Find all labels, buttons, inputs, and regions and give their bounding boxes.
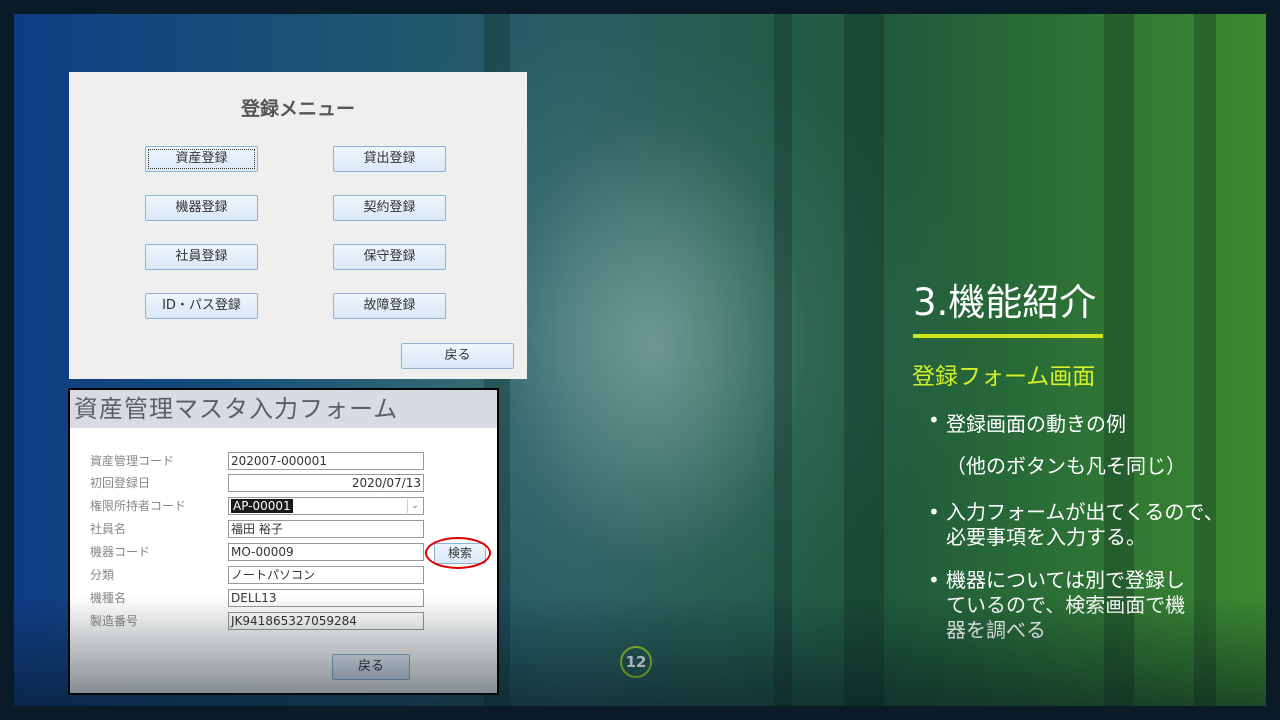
category-label: 分類: [90, 568, 115, 582]
page-number-badge: 12: [620, 646, 652, 678]
menu-title: 登録メニュー: [240, 98, 355, 120]
model-name-label: 機種名: [90, 591, 127, 605]
section-divider: [913, 334, 1103, 338]
employee-name-field[interactable]: 福田 裕子: [228, 520, 424, 538]
bullet-item: • 入力フォームが出てくるので、 必要事項を入力する。: [928, 500, 1258, 550]
chevron-down-icon[interactable]: ⌄: [407, 499, 422, 513]
asset-master-form: 資産管理マスタ入力フォーム 資産管理コード 202007-000001 初回登録…: [68, 388, 499, 695]
tree-trunk: [774, 14, 792, 706]
device-code-label: 機器コード: [90, 545, 151, 559]
asset-registration-button[interactable]: 資産登録: [145, 146, 258, 172]
bullet-line: 入力フォームが出てくるので、: [946, 500, 1224, 524]
employee-registration-button[interactable]: 社員登録: [145, 244, 258, 270]
asset-code-field[interactable]: 202007-000001: [228, 452, 424, 470]
bullet-line: （他のボタンも凡そ同じ）: [946, 454, 1186, 478]
first-registration-date-field[interactable]: 2020/07/13: [228, 474, 424, 492]
category-field[interactable]: ノートパソコン: [228, 566, 424, 584]
tree-trunk: [1194, 14, 1216, 706]
bullet-item: • 機器については別で登録し ているので、検索画面で機 器を調べる: [928, 568, 1258, 643]
serial-number-field[interactable]: JK941865327059284: [228, 612, 424, 630]
bullet-line: 登録画面の動きの例: [946, 412, 1126, 436]
bullet-line: 器を調べる: [946, 618, 1046, 642]
bullet-list: • 登録画面の動きの例 （他のボタンも凡そ同じ） • 入力フォームが出てくるので…: [928, 408, 1258, 643]
bullet-line: ているので、検索画面で機: [946, 593, 1186, 617]
asset-code-label: 資産管理コード: [90, 454, 175, 468]
form-title: 資産管理マスタ入力フォーム: [70, 390, 497, 428]
bullet-item: • 登録画面の動きの例 （他のボタンも凡そ同じ）: [928, 408, 1258, 482]
tree-trunk: [844, 14, 884, 706]
registration-menu-panel: 登録メニュー 資産登録 貸出登録 機器登録 契約登録 社員登録 保守登録 ID・…: [69, 72, 527, 379]
contract-registration-button[interactable]: 契約登録: [333, 195, 446, 221]
authority-holder-code-select[interactable]: AP-00001 ⌄: [228, 497, 424, 515]
bullet-dot: •: [928, 408, 940, 432]
authority-holder-code-label: 権限所持者コード: [90, 499, 187, 513]
tree-trunk: [1104, 14, 1134, 706]
device-code-field[interactable]: MO-00009: [228, 543, 424, 561]
bullet-dot: •: [928, 500, 940, 524]
id-pass-registration-button[interactable]: ID・パス登録: [145, 293, 258, 319]
highlight-circle: [425, 537, 491, 569]
authority-holder-code-value: AP-00001: [231, 499, 293, 513]
failure-registration-button[interactable]: 故障登録: [333, 293, 446, 319]
lending-registration-button[interactable]: 貸出登録: [333, 146, 446, 172]
slide: 登録メニュー 資産登録 貸出登録 機器登録 契約登録 社員登録 保守登録 ID・…: [14, 14, 1266, 706]
serial-number-label: 製造番号: [90, 614, 139, 628]
model-name-field[interactable]: DELL13: [228, 589, 424, 607]
maintenance-registration-button[interactable]: 保守登録: [333, 244, 446, 270]
section-title: 3.機能紹介: [913, 281, 1097, 324]
section-subtitle: 登録フォーム画面: [912, 364, 1096, 390]
menu-back-button[interactable]: 戻る: [401, 343, 514, 369]
device-registration-button[interactable]: 機器登録: [145, 195, 258, 221]
form-back-button[interactable]: 戻る: [332, 654, 410, 680]
bullet-line: 機器については別で登録し: [946, 568, 1185, 592]
bullet-line: 必要事項を入力する。: [946, 525, 1146, 549]
employee-name-label: 社員名: [90, 522, 127, 536]
bullet-dot: •: [928, 568, 940, 592]
first-registration-date-label: 初回登録日: [90, 476, 151, 490]
